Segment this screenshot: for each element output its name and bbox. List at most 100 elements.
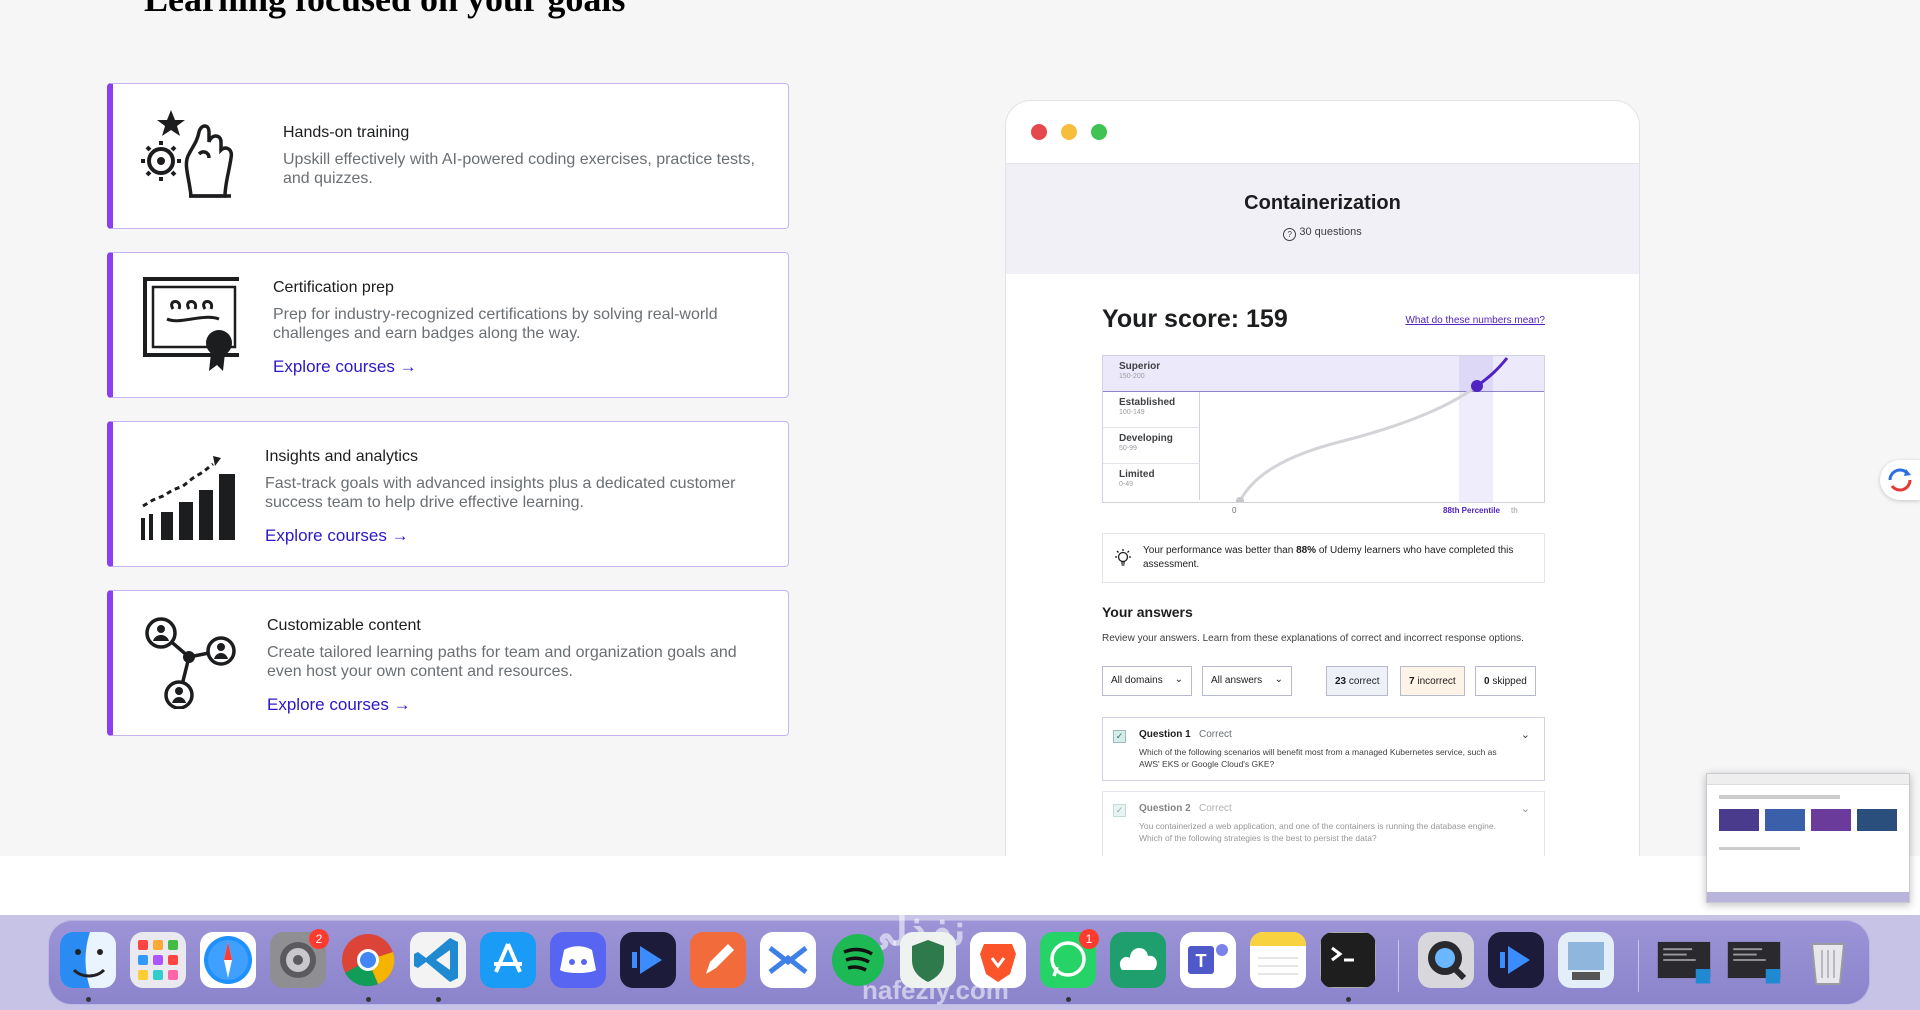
chevron-down-icon: ⌄ — [1174, 674, 1183, 685]
skipped-label: skipped — [1492, 676, 1527, 687]
question-count: ? 30 questions — [1006, 226, 1639, 241]
feature-title: Certification prep — [273, 279, 394, 296]
performance-note: Your performance was better than 88% of … — [1102, 533, 1545, 583]
question-text: Which of the following scenarios will be… — [1139, 747, 1497, 769]
notification-badge: 1 — [1079, 929, 1099, 949]
dock-separator — [1638, 940, 1639, 992]
correct-label: correct — [1348, 676, 1380, 687]
notification-badge: 2 — [309, 929, 329, 949]
close-window-button[interactable] — [1031, 124, 1047, 140]
svg-text:T: T — [1196, 951, 1207, 971]
feature-description: Create tailored learning paths for team … — [267, 644, 737, 680]
safari-icon[interactable] — [200, 932, 256, 988]
incorrect-filter-pill[interactable]: 7 incorrect — [1400, 666, 1465, 696]
question-row[interactable]: ✓ Question 2 Correct ⌄ You containerized… — [1102, 791, 1545, 861]
lightbulb-icon — [1115, 549, 1131, 566]
explore-courses-link[interactable]: Explore courses → — [265, 526, 409, 546]
correct-filter-pill[interactable]: 23 correct — [1326, 666, 1389, 696]
window-thumb-icon[interactable] — [1656, 932, 1718, 988]
discord-icon[interactable] — [550, 932, 606, 988]
stream-icon[interactable] — [1488, 932, 1544, 988]
running-indicator — [366, 997, 371, 1002]
feature-title: Insights and analytics — [265, 448, 418, 465]
finder-icon[interactable] — [60, 932, 116, 988]
answers-dropdown[interactable]: All answers ⌄ — [1202, 666, 1292, 696]
feature-description: Fast-track goals with advanced insights … — [265, 475, 736, 511]
score-chart: Superior 150-200 Established 100-149 Dev… — [1102, 355, 1545, 503]
performance-text-before: Your performance was better than — [1143, 545, 1297, 556]
certificate-icon — [143, 277, 239, 371]
hand-gear-star-icon — [141, 110, 234, 198]
skipped-filter-pill[interactable]: 0 skipped — [1475, 666, 1536, 696]
score-marker — [1471, 380, 1483, 392]
chevron-down-icon: ⌄ — [1274, 674, 1283, 685]
shield-app-icon[interactable] — [900, 932, 956, 988]
help-circle-icon: ? — [1283, 228, 1297, 241]
brave-icon[interactable] — [970, 932, 1026, 988]
quicktime-icon[interactable] — [1418, 932, 1474, 988]
performance-percent: 88% — [1296, 545, 1317, 556]
chevron-down-icon[interactable]: ⌄ — [1521, 802, 1530, 815]
chrome-icon[interactable] — [340, 932, 396, 988]
translate-refresh-icon[interactable] — [1880, 460, 1920, 500]
performance-text: Your performance was better than 88% of … — [1143, 544, 1524, 572]
feature-card-hands-on: Hands-on training Upskill effectively wi… — [107, 83, 789, 229]
preview-icon[interactable] — [1558, 932, 1614, 988]
feature-description: Prep for industry-recognized certificati… — [273, 306, 718, 342]
spotify-icon[interactable] — [830, 932, 886, 988]
question-text: You containerized a web application, and… — [1139, 821, 1496, 843]
question-count-text: 30 questions — [1299, 226, 1362, 238]
answers-description: Review your answers. Learn from these ex… — [1102, 633, 1524, 644]
numbers-meaning-link[interactable]: What do these numbers mean? — [1405, 315, 1545, 326]
dock-separator — [1398, 940, 1399, 992]
question-row[interactable]: ✓ Question 1 Correct ⌄ Which of the foll… — [1102, 717, 1545, 781]
terminal-icon[interactable] — [1320, 932, 1376, 988]
question-label: Question 1 — [1139, 729, 1191, 740]
network-nodes-icon — [145, 617, 236, 709]
question-status: Correct — [1199, 803, 1232, 814]
feature-card-insights: Insights and analytics Fast-track goals … — [107, 421, 789, 567]
explore-courses-link[interactable]: Explore courses → — [273, 357, 417, 377]
vscode-icon[interactable] — [410, 932, 466, 988]
window-thumb-icon[interactable] — [1726, 932, 1788, 988]
running-indicator — [1066, 997, 1071, 1002]
explore-courses-link[interactable]: Explore courses → — [267, 695, 411, 715]
score-curve — [1236, 357, 1509, 502]
percentile-suffix: th — [1511, 506, 1518, 515]
cloud-app-icon[interactable] — [1110, 932, 1166, 988]
stream-icon[interactable] — [620, 932, 676, 988]
trash-icon[interactable] — [1800, 932, 1856, 988]
percentile-label: 88th Percentile — [1443, 506, 1500, 515]
question-status: Correct — [1199, 729, 1232, 740]
running-indicator — [86, 997, 91, 1002]
domains-dropdown[interactable]: All domains ⌄ — [1102, 666, 1192, 696]
maximize-window-button[interactable] — [1091, 124, 1107, 140]
answers-title: Your answers — [1102, 604, 1193, 620]
minimize-window-button[interactable] — [1061, 124, 1077, 140]
assessment-window: Containerization ? 30 questions Your sco… — [1005, 100, 1640, 862]
chevron-down-icon[interactable]: ⌄ — [1521, 728, 1530, 741]
checkmark-icon: ✓ — [1113, 730, 1126, 743]
incorrect-count: 7 — [1409, 676, 1415, 687]
page-heading: Learning focused on your goals — [144, 0, 625, 20]
incorrect-label: incorrect — [1417, 676, 1456, 687]
assessment-title: Containerization — [1244, 192, 1401, 214]
skipped-count: 0 — [1484, 676, 1490, 687]
assessment-header: Containerization ? 30 questions — [1006, 164, 1639, 274]
teams-icon[interactable]: T — [1180, 932, 1236, 988]
feature-card-customizable: Customizable content Create tailored lea… — [107, 590, 789, 736]
feature-description: Upskill effectively with AI-powered codi… — [283, 151, 755, 187]
app-store-icon[interactable] — [480, 932, 536, 988]
answers-dropdown-value: All answers — [1211, 675, 1263, 686]
notes-icon[interactable] — [1250, 932, 1306, 988]
domains-dropdown-value: All domains — [1111, 675, 1163, 686]
messenger-icon[interactable] — [760, 932, 816, 988]
feature-card-certification: Certification prep Prep for industry-rec… — [107, 252, 789, 398]
window-preview-thumbnail[interactable] — [1706, 773, 1910, 903]
score-label: Your score: 159 — [1102, 305, 1288, 333]
pencil-app-icon[interactable] — [690, 932, 746, 988]
question-label: Question 2 — [1139, 803, 1191, 814]
window-titlebar — [1006, 101, 1639, 164]
launchpad-icon[interactable] — [130, 932, 186, 988]
bar-chart-icon — [141, 456, 235, 540]
